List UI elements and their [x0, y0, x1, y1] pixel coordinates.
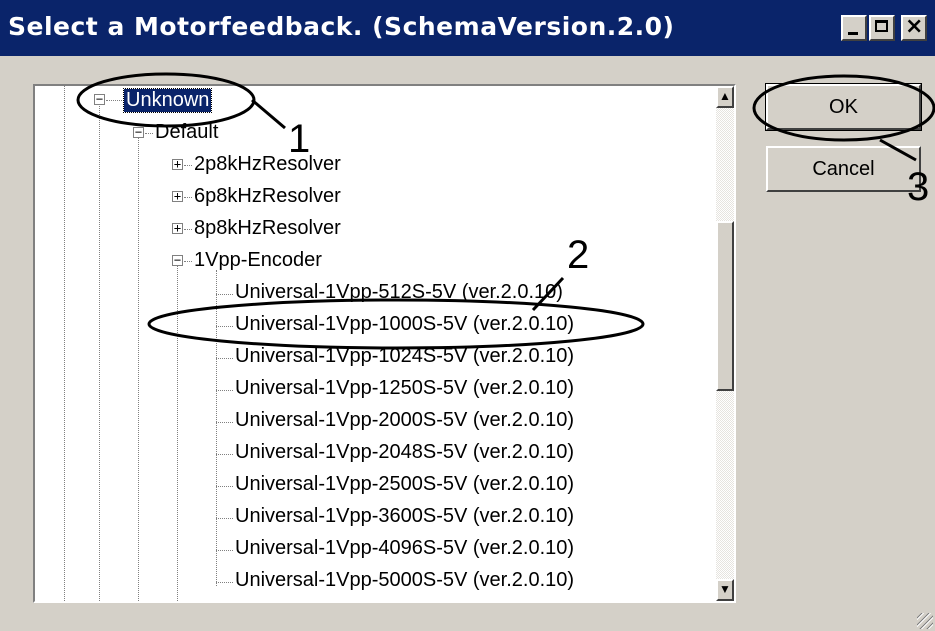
encoder-item[interactable]: Universal-1Vpp-1024S-5V (ver.2.0.10)	[235, 345, 574, 368]
tree-guide-line	[216, 270, 217, 586]
tree-connector	[184, 229, 192, 230]
tree-connector	[216, 422, 233, 423]
expand-icon[interactable]: +	[172, 222, 183, 234]
minimize-button[interactable]	[841, 15, 867, 41]
tree-connector	[145, 133, 153, 134]
tree-connector	[216, 550, 233, 551]
tree-connector	[216, 486, 233, 487]
tree-guide-line	[138, 138, 139, 601]
collapse-encoder-icon[interactable]: −	[172, 254, 183, 266]
tree-connector	[216, 582, 233, 583]
encoder-item[interactable]: Universal-1Vpp-4096S-5V (ver.2.0.10)	[235, 537, 574, 560]
tree-connector	[216, 454, 233, 455]
encoder-item[interactable]: Universal-1Vpp-2048S-5V (ver.2.0.10)	[235, 441, 574, 464]
scroll-up-button[interactable]: ▲	[716, 86, 734, 108]
window-title: Select a Motorfeedback. (SchemaVersion.2…	[8, 12, 675, 41]
tree-node-8p8khzresolver[interactable]: 8p8kHzResolver	[194, 217, 341, 240]
maximize-icon	[875, 20, 888, 32]
encoder-item[interactable]: Universal-1Vpp-1250S-5V (ver.2.0.10)	[235, 377, 574, 400]
tree-connector	[216, 294, 233, 295]
tree-node-2p8khzresolver[interactable]: 2p8kHzResolver	[194, 153, 341, 176]
scroll-down-button[interactable]: ▼	[716, 579, 734, 601]
tree-connector	[216, 326, 233, 327]
tree-guide-line	[64, 86, 65, 601]
encoder-item[interactable]: Universal-1Vpp-5000S-5V (ver.2.0.10)	[235, 569, 574, 592]
title-bar[interactable]: Select a Motorfeedback. (SchemaVersion.2…	[0, 0, 935, 56]
encoder-item[interactable]: Universal-1Vpp-2500S-5V (ver.2.0.10)	[235, 473, 574, 496]
encoder-item[interactable]: Universal-1Vpp-2000S-5V (ver.2.0.10)	[235, 409, 574, 432]
ok-button[interactable]: OK	[765, 83, 922, 131]
tree-connector	[216, 390, 233, 391]
tree-connector	[216, 518, 233, 519]
tree-connector	[216, 358, 233, 359]
encoder-item[interactable]: Universal-1Vpp-3600S-5V (ver.2.0.10)	[235, 505, 574, 528]
tree-connector	[184, 197, 192, 198]
encoder-item[interactable]: Universal-1Vpp-512S-5V (ver.2.0.10)	[235, 281, 563, 304]
cancel-button[interactable]: Cancel	[766, 146, 921, 192]
vertical-scrollbar[interactable]: ▲ ▼	[716, 86, 734, 601]
tree-connector	[184, 261, 192, 262]
tree-node-1vpp-encoder[interactable]: 1Vpp-Encoder	[194, 249, 322, 272]
scroll-thumb[interactable]	[716, 221, 734, 391]
tree-guide-line	[99, 106, 100, 601]
collapse-default-icon[interactable]: −	[133, 126, 144, 138]
close-icon: ×	[905, 14, 924, 39]
encoder-item[interactable]: Universal-1Vpp-1000S-5V (ver.2.0.10)	[235, 313, 574, 336]
tree-node-6p8khzresolver[interactable]: 6p8kHzResolver	[194, 185, 341, 208]
close-button[interactable]: ×	[901, 14, 927, 41]
tree-connector	[184, 165, 192, 166]
feedback-tree[interactable]: − Unknown − Default + 2p8kHzResolver + 6…	[33, 84, 736, 603]
minimize-icon	[848, 32, 858, 35]
expand-icon[interactable]: +	[172, 190, 183, 202]
collapse-root-icon[interactable]: −	[94, 93, 105, 105]
maximize-button[interactable]	[869, 15, 895, 41]
arrow-down-icon: ▼	[719, 582, 731, 596]
tree-node-unknown[interactable]: Unknown	[122, 88, 213, 113]
expand-icon[interactable]: +	[172, 158, 183, 170]
arrow-up-icon: ▲	[719, 89, 731, 103]
resize-grip-icon[interactable]	[917, 613, 933, 629]
motorfeedback-dialog: Select a Motorfeedback. (SchemaVersion.2…	[0, 0, 935, 631]
tree-connector	[106, 100, 124, 101]
tree-node-default[interactable]: Default	[155, 121, 218, 144]
tree-guide-line	[177, 266, 178, 601]
